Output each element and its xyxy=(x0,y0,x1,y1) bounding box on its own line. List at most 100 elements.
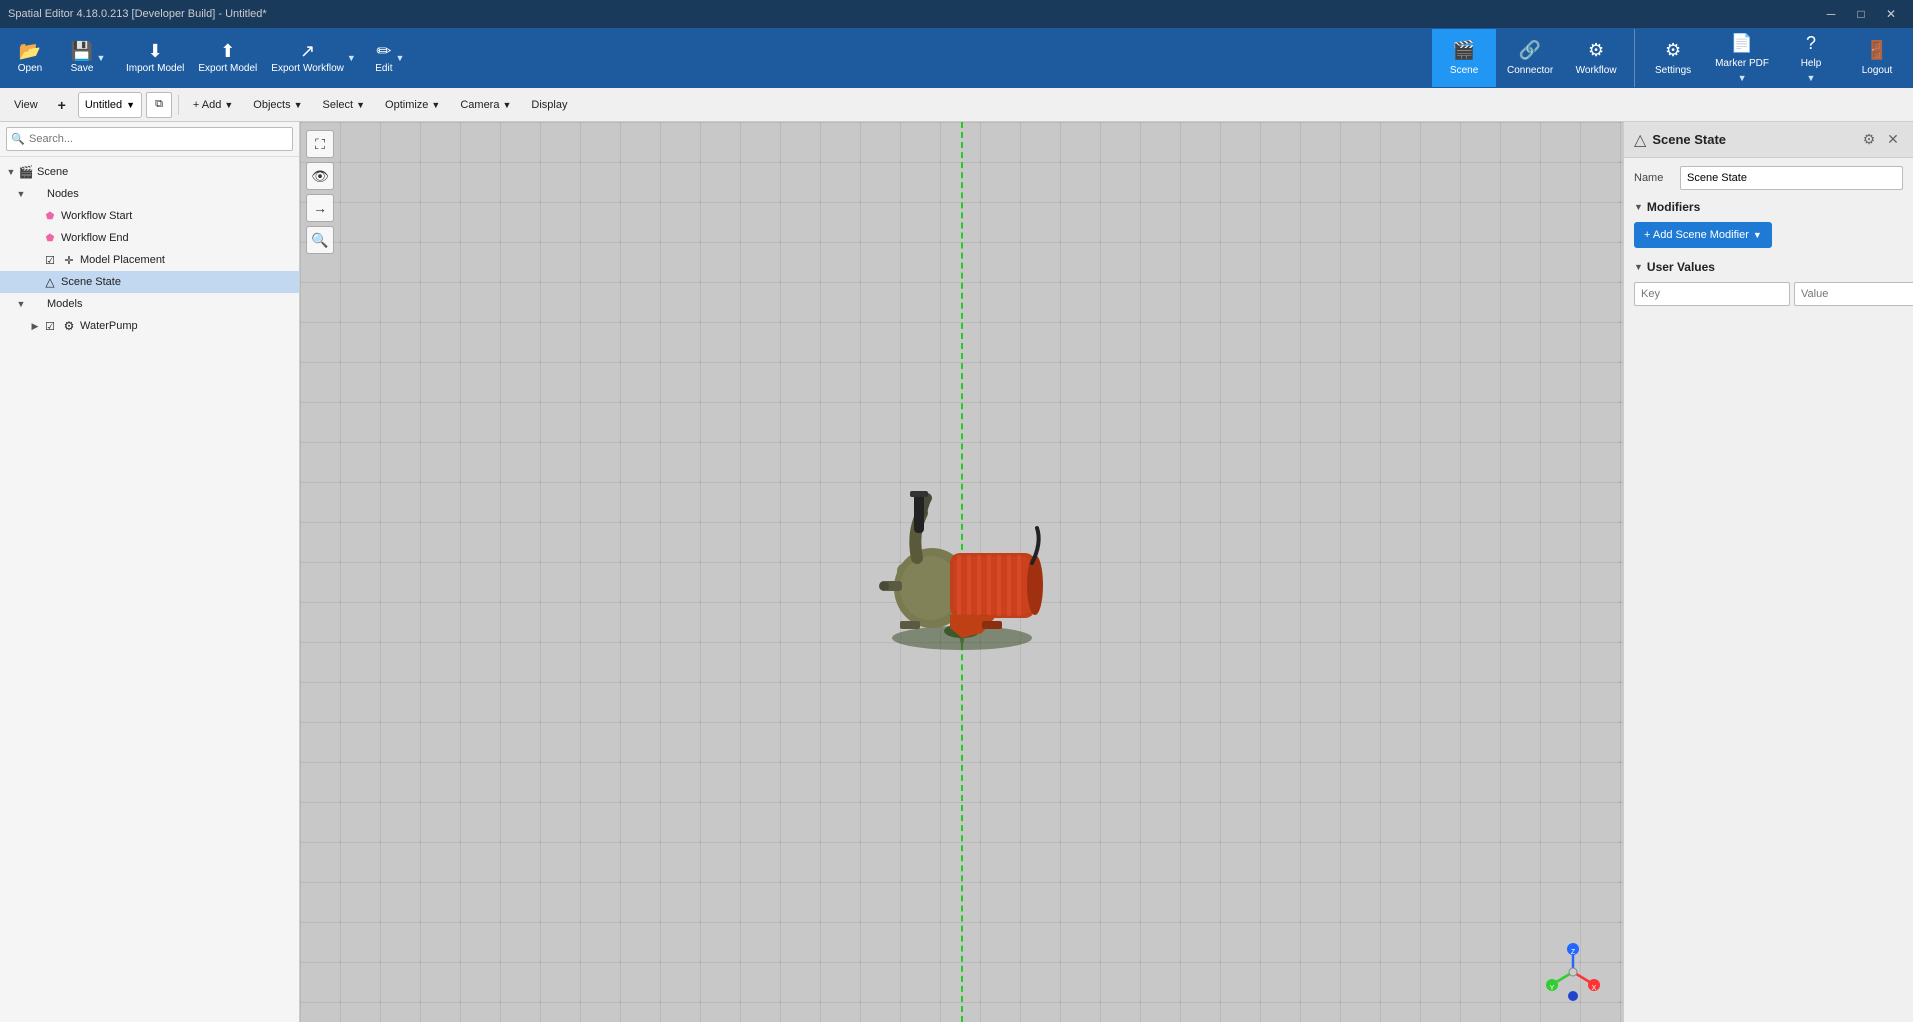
scene-root-icon: 🎬 xyxy=(18,165,34,179)
marker-pdf-button[interactable]: 📄 Marker PDF ▼ xyxy=(1707,29,1777,87)
export-model-icon: ⬆ xyxy=(220,42,235,60)
optimize-label: Optimize xyxy=(385,99,428,111)
optimize-button[interactable]: Optimize ▼ xyxy=(377,92,448,118)
viewport[interactable]: ⛶ 👁 → 🔍 Z X xyxy=(300,122,1623,1022)
zoom-icon: 🔍 xyxy=(311,232,328,249)
logout-button[interactable]: 🚪 Logout xyxy=(1845,29,1909,87)
tree-waterpump[interactable]: ▶ ☑ ⚙ WaterPump xyxy=(0,315,299,337)
connector-icon: 🔗 xyxy=(1519,40,1541,61)
workflow-icon: ⚙ xyxy=(1588,40,1604,61)
axis-gizmo-svg: Z X Y xyxy=(1543,942,1603,1002)
export-model-button[interactable]: ⬆ Export Model xyxy=(192,31,263,85)
save-label: Save xyxy=(71,63,94,74)
panel-settings-button[interactable]: ⚙ xyxy=(1859,130,1879,150)
settings-button[interactable]: ⚙ Settings xyxy=(1641,29,1705,87)
name-field-label: Name xyxy=(1634,172,1674,184)
panel-title-icon: △ xyxy=(1634,130,1646,150)
ss-label: Scene State xyxy=(61,276,121,288)
navigate-button[interactable]: → xyxy=(306,194,334,222)
search-bar: 🔍 xyxy=(0,122,299,157)
scene-tree: ▼ 🎬 Scene ▼ Nodes ⬟ Workflow Start ⬟ Wor… xyxy=(0,157,299,1022)
tree-workflow-end[interactable]: ⬟ Workflow End xyxy=(0,227,299,249)
camera-button[interactable]: Camera ▼ xyxy=(452,92,519,118)
settings-icon: ⚙ xyxy=(1665,40,1681,61)
minimize-button[interactable]: ─ xyxy=(1817,4,1845,24)
right-panel-header: △ Scene State ⚙ ✕ xyxy=(1624,122,1913,158)
tree-scene-state[interactable]: △ Scene State xyxy=(0,271,299,293)
export-workflow-icon: ↗ xyxy=(300,42,315,60)
add-dropdown-label: + Add xyxy=(193,99,221,111)
export-workflow-button[interactable]: ↗ Export Workflow ▼ xyxy=(265,31,362,85)
save-icon: 💾 xyxy=(71,42,93,60)
edit-arrow: ▼ xyxy=(395,53,404,63)
select-button[interactable]: Select ▼ xyxy=(315,92,374,118)
marker-pdf-arrow: ▼ xyxy=(1738,73,1747,83)
help-arrow: ▼ xyxy=(1807,73,1816,83)
wf-start-icon: ⬟ xyxy=(42,211,58,222)
name-input[interactable] xyxy=(1680,166,1903,190)
logout-label: Logout xyxy=(1862,65,1893,76)
svg-text:X: X xyxy=(1592,985,1597,992)
workflow-tab-button[interactable]: ⚙ Workflow xyxy=(1564,29,1628,87)
add-dropdown-button[interactable]: + Add ▼ xyxy=(185,92,241,118)
scene-tab-button[interactable]: 🎬 Scene xyxy=(1432,29,1496,87)
save-button[interactable]: 💾 Save ▼ xyxy=(58,31,118,85)
main-toolbar: 📂 Open 💾 Save ▼ ⬇ Import Model ⬆ Export … xyxy=(0,28,1913,88)
search-input[interactable] xyxy=(6,127,293,151)
connector-tab-button[interactable]: 🔗 Connector xyxy=(1498,29,1562,87)
wf-end-icon: ⬟ xyxy=(42,233,58,244)
marker-pdf-label: Marker PDF xyxy=(1715,58,1769,69)
export-model-label: Export Model xyxy=(198,63,257,74)
user-values-title: User Values xyxy=(1647,260,1715,274)
copy-icon: ⧉ xyxy=(155,98,163,111)
tree-workflow-start[interactable]: ⬟ Workflow Start xyxy=(0,205,299,227)
objects-label: Objects xyxy=(253,99,290,111)
marker-pdf-icon: 📄 xyxy=(1731,33,1753,54)
scene-dropdown[interactable]: Untitled ▼ xyxy=(78,92,142,118)
scene-root-label: Scene xyxy=(37,166,68,178)
open-button[interactable]: 📂 Open xyxy=(4,31,56,85)
toolbar-right-tabs: 🎬 Scene 🔗 Connector ⚙ Workflow ⚙ Setting… xyxy=(1432,29,1909,87)
user-values-section: ▼ User Values + Add xyxy=(1634,260,1903,306)
maximize-button[interactable]: □ xyxy=(1847,4,1875,24)
add-modifier-button[interactable]: + Add Scene Modifier ▼ xyxy=(1634,222,1772,248)
view-mode-button[interactable]: 👁 xyxy=(306,162,334,190)
close-button[interactable]: ✕ xyxy=(1877,4,1905,24)
panel-close-button[interactable]: ✕ xyxy=(1883,130,1903,150)
tree-scene-root[interactable]: ▼ 🎬 Scene xyxy=(0,161,299,183)
models-label: Models xyxy=(47,298,82,310)
add-dropdown-arrow: ▼ xyxy=(224,100,233,110)
scene-name: Untitled xyxy=(85,99,122,111)
search-icon: 🔍 xyxy=(11,133,25,146)
modifiers-section-header[interactable]: ▼ Modifiers xyxy=(1634,200,1903,214)
toolbar-divider-1 xyxy=(178,95,179,115)
scene-expand-arrow: ▼ xyxy=(4,167,18,177)
import-model-button[interactable]: ⬇ Import Model xyxy=(120,31,190,85)
key-input[interactable] xyxy=(1634,282,1790,306)
tree-nodes[interactable]: ▼ Nodes xyxy=(0,183,299,205)
add-button[interactable]: + xyxy=(50,92,74,118)
view-button[interactable]: View xyxy=(6,92,46,118)
user-values-header[interactable]: ▼ User Values xyxy=(1634,260,1903,274)
modifiers-arrow: ▼ xyxy=(1634,202,1643,212)
pump-svg xyxy=(842,473,1082,653)
tree-models[interactable]: ▼ Models xyxy=(0,293,299,315)
logout-icon: 🚪 xyxy=(1866,40,1888,61)
tree-model-placement[interactable]: ☑ ✛ Model Placement xyxy=(0,249,299,271)
display-button[interactable]: Display xyxy=(523,92,575,118)
edit-button[interactable]: ✏ Edit ▼ xyxy=(364,31,416,85)
mp-checkbox: ☑ xyxy=(42,254,58,267)
copy-button[interactable]: ⧉ xyxy=(146,92,172,118)
value-input[interactable] xyxy=(1794,282,1913,306)
models-expand: ▼ xyxy=(14,299,28,309)
nodes-label: Nodes xyxy=(47,188,79,200)
fullscreen-button[interactable]: ⛶ xyxy=(306,130,334,158)
viewport-canvas xyxy=(300,122,1623,1022)
kv-row: + Add xyxy=(1634,282,1903,306)
axis-gizmo: Z X Y xyxy=(1543,942,1603,1002)
import-icon: ⬇ xyxy=(148,42,163,60)
help-button[interactable]: ? Help ▼ xyxy=(1779,29,1843,87)
right-panel: △ Scene State ⚙ ✕ Name ▼ Modifiers + Add… xyxy=(1623,122,1913,1022)
zoom-button[interactable]: 🔍 xyxy=(306,226,334,254)
objects-button[interactable]: Objects ▼ xyxy=(245,92,310,118)
